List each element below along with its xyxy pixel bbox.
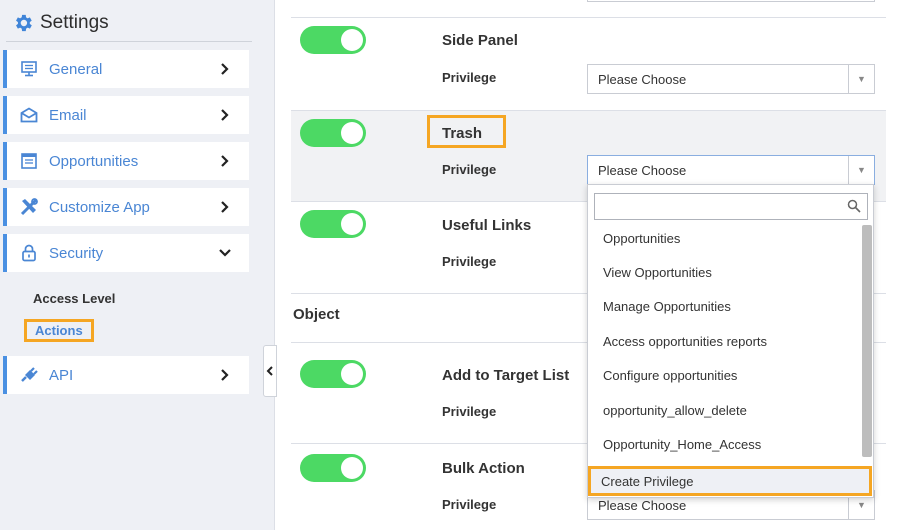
sidebar-item-general[interactable]: General bbox=[3, 50, 249, 88]
privilege-dropdown-panel: Opportunities View Opportunities Manage … bbox=[587, 184, 874, 498]
lock-icon bbox=[19, 243, 39, 263]
sidebar-item-opportunities[interactable]: Opportunities bbox=[3, 142, 249, 180]
sidebar-collapse-toggle[interactable] bbox=[263, 345, 277, 397]
privilege-label: Privilege bbox=[442, 497, 497, 512]
privilege-select-value: Please Choose bbox=[598, 71, 687, 87]
trash-toggle[interactable] bbox=[300, 119, 366, 147]
chevron-right-icon bbox=[215, 369, 235, 381]
row-title: Side Panel bbox=[442, 32, 518, 49]
monitor-icon bbox=[19, 59, 39, 79]
privilege-select[interactable]: Please Choose ▼ bbox=[587, 155, 875, 185]
privilege-label: Privilege bbox=[442, 254, 497, 269]
sidebar-item-security[interactable]: Security bbox=[3, 234, 249, 272]
privilege-select-value: Please Choose bbox=[598, 497, 687, 513]
privilege-select-value: Please Choose bbox=[598, 162, 687, 178]
dropdown-option[interactable]: Opportunities bbox=[603, 231, 680, 246]
privilege-label: Privilege bbox=[442, 162, 497, 177]
chevron-right-icon bbox=[215, 63, 235, 75]
sidebar-item-customize-app[interactable]: Customize App bbox=[3, 188, 249, 226]
create-privilege-option[interactable]: Create Privilege bbox=[588, 466, 872, 496]
chevron-right-icon bbox=[215, 201, 235, 213]
row-title: Add to Target List bbox=[442, 367, 570, 384]
dropdown-option[interactable]: View Opportunities bbox=[603, 265, 712, 280]
envelope-icon bbox=[19, 105, 39, 125]
list-icon bbox=[19, 151, 39, 171]
trash-title-highlight bbox=[427, 115, 506, 148]
plug-icon bbox=[19, 365, 39, 385]
tools-icon bbox=[19, 197, 39, 217]
chevron-right-icon bbox=[215, 109, 235, 121]
sidebar-title: Settings bbox=[40, 12, 109, 33]
dropdown-option[interactable]: Access opportunities reports bbox=[603, 334, 767, 349]
add-to-target-list-toggle[interactable] bbox=[300, 360, 366, 388]
search-icon bbox=[847, 199, 861, 213]
sidebar-subitem-access-level[interactable]: Access Level bbox=[33, 291, 115, 306]
dropdown-option[interactable]: Manage Opportunities bbox=[603, 299, 731, 314]
settings-sidebar: Settings General Email Opportunities Cus… bbox=[0, 0, 275, 530]
dropdown-search-input[interactable] bbox=[594, 193, 868, 220]
row-title: Bulk Action bbox=[442, 460, 525, 477]
action-row-partial bbox=[291, 0, 886, 18]
privilege-select-partial[interactable] bbox=[587, 0, 875, 2]
row-title: Useful Links bbox=[442, 217, 532, 234]
dropdown-scrollbar[interactable] bbox=[862, 225, 872, 457]
side-panel-toggle[interactable] bbox=[300, 26, 366, 54]
sidebar-item-email[interactable]: Email bbox=[3, 96, 249, 134]
dropdown-arrow-icon: ▼ bbox=[848, 156, 874, 184]
dropdown-option[interactable]: Configure opportunities bbox=[603, 368, 737, 383]
sidebar-item-label: Customize App bbox=[49, 198, 150, 216]
privilege-select[interactable]: Please Choose ▼ bbox=[587, 64, 875, 94]
sidebar-divider bbox=[6, 41, 252, 42]
sidebar-header: Settings bbox=[12, 10, 109, 36]
sidebar-item-api[interactable]: API bbox=[3, 356, 249, 394]
sidebar-item-label: API bbox=[49, 366, 74, 384]
privilege-label: Privilege bbox=[442, 70, 497, 85]
sidebar-item-label: Opportunities bbox=[49, 152, 139, 170]
action-row-side-panel: Side Panel Privilege Please Choose ▼ bbox=[291, 18, 886, 111]
chevron-left-icon bbox=[266, 366, 273, 376]
sidebar-item-label: Email bbox=[49, 106, 87, 124]
sidebar-item-label: Security bbox=[49, 244, 104, 262]
useful-links-toggle[interactable] bbox=[300, 210, 366, 238]
chevron-right-icon bbox=[215, 155, 235, 167]
privilege-label: Privilege bbox=[442, 404, 497, 419]
dropdown-option[interactable]: Opportunity_Home_Access bbox=[603, 437, 761, 452]
gear-icon bbox=[16, 14, 32, 32]
sidebar-subitem-actions[interactable]: Actions bbox=[24, 319, 94, 342]
dropdown-option[interactable]: opportunity_allow_delete bbox=[603, 403, 747, 418]
sidebar-item-label: General bbox=[49, 60, 103, 78]
bulk-action-toggle[interactable] bbox=[300, 454, 366, 482]
chevron-down-icon bbox=[215, 248, 235, 258]
dropdown-arrow-icon: ▼ bbox=[848, 65, 874, 93]
